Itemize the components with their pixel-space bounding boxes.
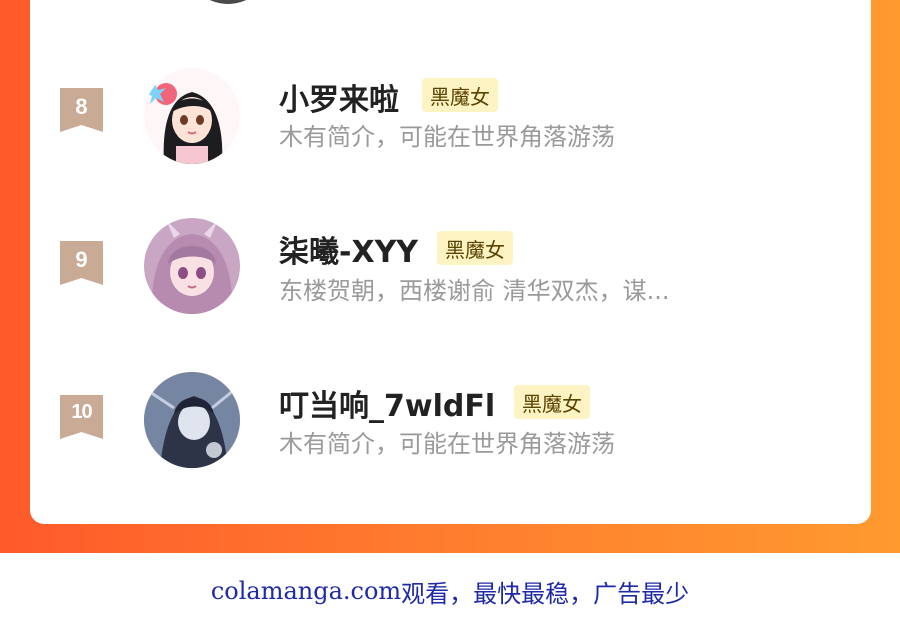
site-link[interactable]: colamanga.com: [211, 577, 401, 605]
user-name[interactable]: 小罗来啦: [279, 75, 399, 119]
role-tag: 黑魔女: [437, 231, 513, 265]
rank-badge: 9: [60, 241, 103, 285]
user-bio: 木有简介，可能在世界角落游荡: [279, 430, 615, 458]
user-name[interactable]: 叮当响_7wldFl: [279, 381, 495, 425]
user-bio: 东楼贺朝，西楼谢俞 清华双杰，谋...: [279, 277, 670, 305]
orange-frame: 8 小罗来啦 黑魔女 木有简介，可能在世界角落游荡 9 柒曦-XYY 黑魔女 东…: [0, 0, 900, 553]
ranking-row-8[interactable]: 8 小罗来啦 黑魔女 木有简介，可能在世界角落游荡: [30, 45, 871, 164]
ranking-card: 8 小罗来啦 黑魔女 木有简介，可能在世界角落游荡 9 柒曦-XYY 黑魔女 东…: [30, 0, 871, 524]
rank-badge: 8: [60, 88, 103, 132]
watermark-footer: colamanga.com 观看，最快最稳，广告最少: [0, 553, 900, 629]
anime-pink-hair-avatar-icon[interactable]: [144, 218, 240, 314]
role-tag: 黑魔女: [422, 78, 498, 112]
anime-dark-figure-avatar-icon[interactable]: [144, 372, 240, 468]
rank-badge: 10: [60, 395, 103, 439]
previous-avatar-fragment: [185, 0, 271, 4]
role-tag: 黑魔女: [514, 385, 590, 419]
user-bio: 木有简介，可能在世界角落游荡: [279, 123, 615, 151]
footer-text: 观看，最快最稳，广告最少: [401, 579, 690, 608]
ranking-row-9[interactable]: 9 柒曦-XYY 黑魔女 东楼贺朝，西楼谢俞 清华双杰，谋...: [30, 198, 871, 314]
ranking-row-10[interactable]: 10 叮当响_7wldFl 黑魔女 木有简介，可能在世界角落游荡: [30, 352, 871, 468]
user-name[interactable]: 柒曦-XYY: [279, 227, 418, 271]
anime-girl-avatar-icon[interactable]: [144, 68, 240, 164]
